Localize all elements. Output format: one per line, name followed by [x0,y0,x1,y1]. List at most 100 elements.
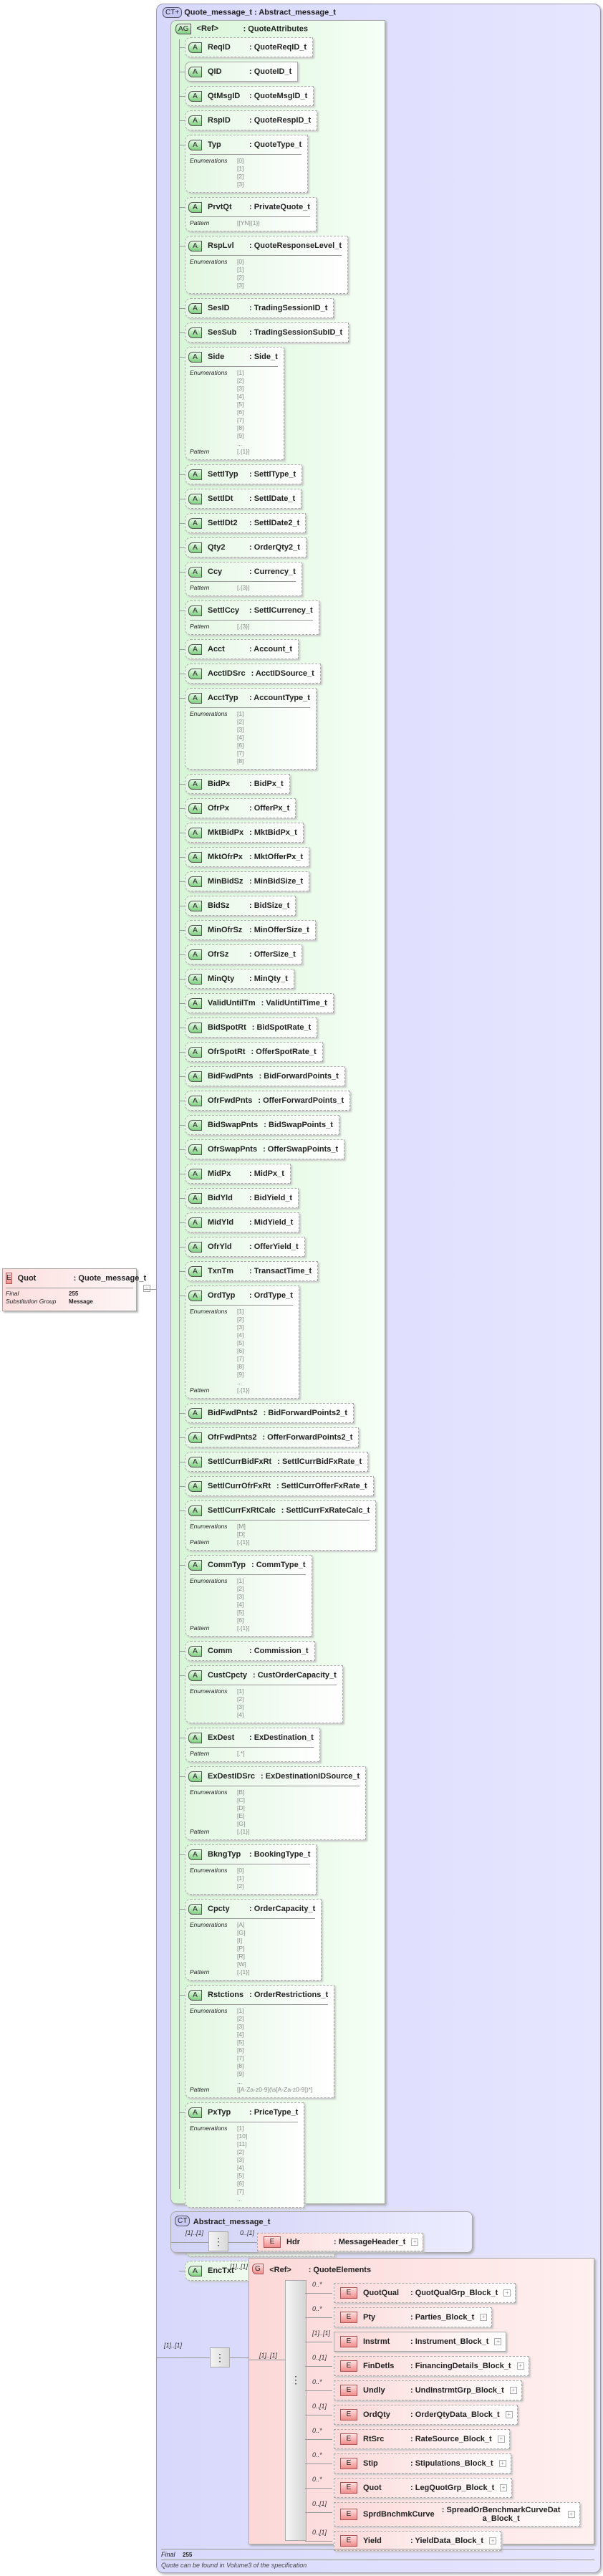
attribute-ordtyp[interactable]: A OrdTyp: OrdType_t Enumerations [1] [2] [3][… [179,1285,299,1399]
element-name: Undly [363,2386,385,2395]
element-sprdbnchmkcurve[interactable]: E SprdBnchmkCurve: SpreadOrBenchmarkCurve… [334,2502,580,2527]
attribute-minqty[interactable]: A MinQty: MinQty_t [179,969,294,989]
element-row: 0..[1] E OrdQty: OrderQtyData_Block_t + [305,2403,518,2425]
attribute-bidfwdpnts2[interactable]: A BidFwdPnts2: BidForwardPoints2_t [178,1403,354,1423]
expand-icon[interactable]: + [411,2239,419,2246]
attribute-bkngtyp[interactable]: A BkngTyp: BookingType_t Enumerations [0] [1… [178,1844,317,1895]
attribute-settlcurrbidfxrt[interactable]: A SettlCurrBidFxRt: SettlCurrBidFxRate_t [178,1452,369,1472]
expand-icon[interactable]: + [516,2362,524,2370]
attribute-minbidsz[interactable]: A MinBidSz: MinBidSize_t [178,871,310,891]
expand-icon[interactable]: + [498,2460,506,2467]
sequence-cardinality: [1]..[1] [185,2229,204,2236]
attribute-settlccy[interactable]: A SettlCcy: SettlCurrency_t Pattern [.{3}] [179,600,319,635]
attribute-bidpx[interactable]: A BidPx: BidPx_t [179,774,290,794]
attribute-sessub[interactable]: A SesSub: TradingSessionSubID_t [178,322,349,343]
attribute-header: A TxnTm: TransactTime_t [188,1262,312,1280]
attribute-validuntiltm[interactable]: A ValidUntilTm: ValidUntilTime_t [179,993,334,1013]
attribute-acct[interactable]: A Acct: Account_t [178,639,299,659]
expand-icon[interactable]: + [480,2314,488,2321]
attribute-minofrsz[interactable]: A MinOfrSz: MinOfferSize_t [179,920,316,940]
collapse-icon[interactable]: − [143,1285,150,1292]
attribute-txntm[interactable]: A TxnTm: TransactTime_t [178,1261,319,1281]
attribute-qtmsgid[interactable]: A QtMsgID: QuoteMsgID_t [178,86,314,106]
attribute-qid[interactable]: A QID: QuoteID_t [178,62,299,82]
attribute-mktofrpx[interactable]: A MktOfrPx: MktOfferPx_t [178,847,310,867]
attribute-custcpcty[interactable]: A CustCpcty: CustOrderCapacity_t Enumerati… [179,1665,343,1723]
attribute-accttyp[interactable]: A AcctTyp: AccountType_t Enumerations [1] [2… [179,688,317,770]
expand-icon[interactable]: + [509,2387,517,2394]
attribute-settltyp[interactable]: A SettlTyp: SettlType_t [178,464,303,484]
element-instrmt[interactable]: E Instrmt: Instrument_Block_t + [334,2332,507,2352]
attribute-settlcurrofrfxrt[interactable]: A SettlCurrOfrFxRt: SettlCurrOfferFxRate_… [179,1476,374,1496]
attribute-ccy[interactable]: A Ccy: Currency_t Pattern [.{3}] [179,562,302,596]
attribute-bidswappnts[interactable]: A BidSwapPnts: BidSwapPoints_t [179,1115,339,1135]
attribute-settldt2[interactable]: A SettlDt2: SettlDate2_t [178,513,307,533]
enumeration-value: [2] [237,2015,244,2022]
attribute-exdestidsrc[interactable]: A ExDestIDSrc: ExDestinationIDSource_t Enu… [178,1766,367,1840]
attribute-prvtqt[interactable]: A PrvtQt: PrivateQuote_t Pattern [[YN]{1}] [179,197,317,231]
expand-icon[interactable]: + [505,2411,513,2418]
expand-icon[interactable]: + [503,2289,511,2297]
attribute-acctidsrc[interactable]: A AcctIDSrc: AcctIDSource_t [179,664,321,684]
element-stip[interactable]: E Stip: Stipulations_Block_t + [334,2453,511,2474]
sequence-bar[interactable]: ⋮ [285,2280,307,2541]
attribute-midyld[interactable]: A MidYld: MidYield_t [178,1212,300,1232]
expand-icon[interactable]: + [567,2511,575,2518]
attribute-reqid[interactable]: A ReqID: QuoteReqID_t [178,37,314,57]
attribute-name: MinOfrSz [208,926,243,934]
element-pty[interactable]: E Pty: Parties_Block_t + [334,2307,493,2327]
attribute-settldt[interactable]: A SettlDt: SettlDate_t [178,489,302,509]
attribute-comm[interactable]: A Comm: Commission_t [179,1641,315,1661]
element-cardinality: 0..* [312,2281,322,2288]
attribute-ofrpx[interactable]: A OfrPx: OfferPx_t [178,798,296,818]
attribute-bidsz[interactable]: A BidSz: BidSize_t [178,896,296,916]
attribute-ofrspotrt[interactable]: A OfrSpotRt: OfferSpotRate_t [179,1042,323,1062]
attribute-typ[interactable]: A Typ: QuoteType_t Enumerations [0] [1] [2] [3… [178,135,309,193]
attribute-ofrsz[interactable]: A OfrSz: OfferSize_t [179,944,302,964]
element-findetls[interactable]: E FinDetls: FinancingDetails_Block_t + [334,2356,529,2376]
enumeration-value: [6] [237,1617,244,1624]
attribute-commtyp[interactable]: A CommTyp: CommType_t Enumerations [1] [2] [3… [179,1555,312,1637]
root-element-quot[interactable]: E Quot : Quote_message_t Final 255 Subst… [2,1268,150,1311]
enumeration-value: [6] [237,1347,244,1354]
attribute-name: BidYld [208,1194,233,1202]
attribute-bidfwdpnts[interactable]: A BidFwdPnts: BidForwardPoints_t [179,1066,345,1086]
attribute-type: : QuoteRespID_t [249,116,312,125]
element-row: 0..* E QuotQual: QuotQualGrp_Block_t + [304,2281,516,2303]
expand-icon[interactable]: + [494,2338,502,2345]
attribute-pxtyp[interactable]: A PxTyp: PriceType_t Enumerations [1] [10] [1… [178,2102,305,2208]
attribute-settlcurrfxrtcalc[interactable]: A SettlCurrFxRtCalc: SettlCurrFxRateCalc_… [178,1500,377,1551]
sequence-icon[interactable]: ⋮ [210,2347,230,2367]
attribute-facets: Pattern [[YN]{1}] [190,216,310,231]
attribute-side[interactable]: A Side: Side_t Enumerations [1] [2] [3] [4] [5]… [179,347,284,460]
element-hdr[interactable]: E Hdr : MessageHeader_t + [257,2233,424,2251]
attribute-qty2[interactable]: A Qty2: OrderQty2_t [179,537,307,557]
attribute-bidyld[interactable]: A BidYld: BidYield_t [178,1188,299,1208]
attribute-rstctions[interactable]: A Rstctions: OrderRestrictions_t Enumerati… [178,1985,335,2098]
attribute-midpx[interactable]: A MidPx: MidPx_t [179,1164,291,1184]
attribute-ofrswappnts[interactable]: A OfrSwapPnts: OfferSwapPoints_t [178,1139,345,1159]
attribute-rsplvl[interactable]: A RspLvl: QuoteResponseLevel_t Enumeration… [179,236,348,294]
attribute-facets: Enumerations [1] [2] [3] [4] [5] [6] [7] [8] [9].… [190,1305,293,1398]
sequence-icon[interactable]: ⋮ [208,2231,228,2251]
attribute-ofrfwdpnts2[interactable]: A OfrFwdPnts2: OfferForwardPoints2_t [178,1427,360,1447]
attribute-type: : Account_t [249,645,293,653]
element-quotqual[interactable]: E QuotQual: QuotQualGrp_Block_t + [334,2283,516,2303]
attribute-rspid[interactable]: A RspID: QuoteRespID_t [178,110,318,130]
expand-icon[interactable]: + [500,2484,508,2491]
expand-icon[interactable]: + [489,2537,497,2544]
element-yield[interactable]: E Yield: YieldData_Block_t + [334,2531,502,2551]
attribute-bidspotrt[interactable]: A BidSpotRt: BidSpotRate_t [178,1018,318,1038]
attribute-header: A AcctTyp: AccountType_t [188,689,310,707]
element-rtsrc[interactable]: E RtSrc: RateSource_Block_t + [334,2429,510,2449]
attribute-cpcty[interactable]: A Cpcty: OrderCapacity_t Enumerations [A] [G… [178,1899,322,1981]
element-quot[interactable]: E Quot: LegQuotGrp_Block_t + [334,2478,513,2498]
element-undly[interactable]: E Undly: UndInstrmtGrp_Block_t + [334,2380,522,2400]
attribute-ofrfwdpnts[interactable]: A OfrFwdPnts: OfferForwardPoints_t [178,1091,351,1111]
attribute-exdest[interactable]: A ExDest: ExDestination_t Pattern [.*] [179,1728,320,1762]
attribute-ofryld[interactable]: A OfrYld: OfferYield_t [179,1237,305,1257]
attribute-mktbidpx[interactable]: A MktBidPx: MktBidPx_t [179,823,304,843]
element-ordqty[interactable]: E OrdQty: OrderQtyData_Block_t + [334,2405,518,2425]
expand-icon[interactable]: + [497,2436,505,2443]
attribute-sesid[interactable]: A SesID: TradingSessionID_t [178,298,334,318]
